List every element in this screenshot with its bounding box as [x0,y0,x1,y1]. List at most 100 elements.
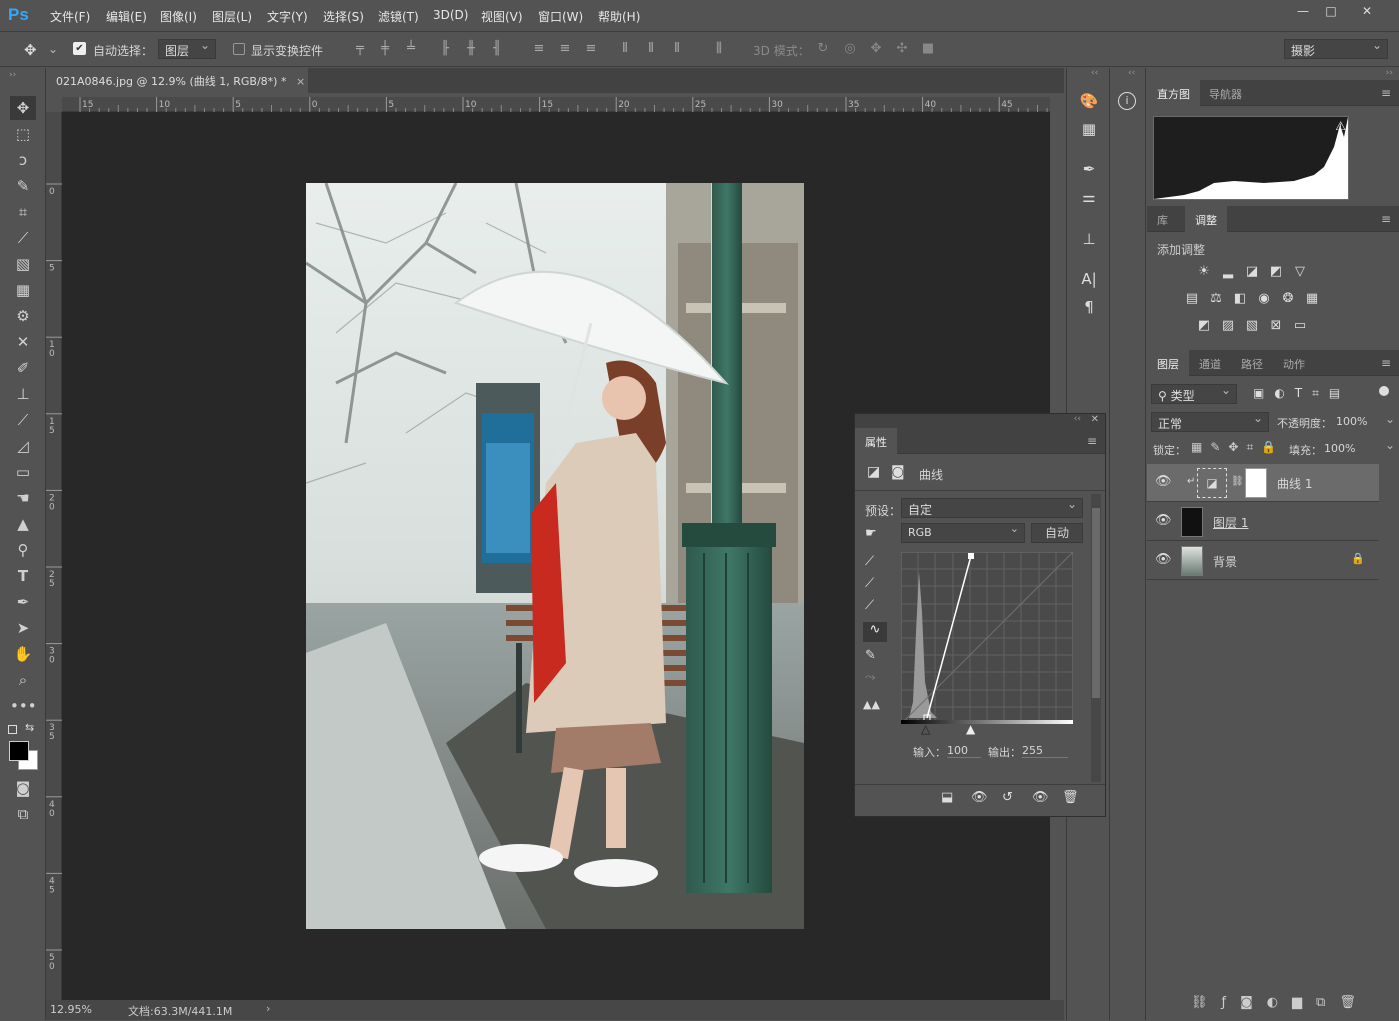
distribute-hcenter-icon[interactable]: ⫴ [643,41,659,56]
gradient-map-icon[interactable]: ▭ [1291,318,1309,334]
swatches-panel-icon[interactable]: ▦ [1077,118,1101,140]
layer-name[interactable]: 图层 1 [1213,514,1248,531]
menu-window[interactable]: 窗口(W) [538,8,583,25]
toggle-visibility-icon[interactable]: 👁 [1032,790,1049,805]
content-aware-move-icon[interactable]: ✕ [10,330,36,354]
auto-button[interactable]: 自动 [1031,523,1083,543]
fill-value[interactable]: 100% [1324,442,1355,455]
default-colors-icon[interactable] [8,725,17,734]
brush-presets-icon[interactable]: ⚌ [1077,186,1101,208]
input-value[interactable]: 100 [947,744,981,758]
visibility-eye-icon[interactable]: 👁 [1155,474,1172,489]
photo-filter-icon[interactable]: ◉ [1255,291,1273,307]
close-window-button[interactable]: ✕ [1354,4,1380,20]
color-lookup-icon[interactable]: ▦ [1303,291,1321,307]
reset-icon[interactable]: ↺ [1002,790,1013,805]
visibility-eye-icon[interactable]: 👁 [1155,552,1172,567]
delete-adjustment-icon[interactable]: 🗑 [1062,790,1079,805]
tab-paths[interactable]: 路径 [1231,350,1273,376]
eraser-tool-icon[interactable]: ◿ [10,434,36,458]
move-tool-icon[interactable]: ✥ [10,96,36,120]
layer-row-curves[interactable]: 👁 ↵ ◪ ⛓ 曲线 1 [1147,464,1379,502]
tool-preset-chevron-icon[interactable]: ⌄ [48,42,58,56]
align-right-icon[interactable]: ╢ [489,41,505,56]
paragraph-panel-icon[interactable]: ¶ [1077,296,1101,318]
curves-graph[interactable] [900,551,1074,725]
clone-stamp-tool-icon[interactable]: ⊥ [10,382,36,406]
layer-name[interactable]: 曲线 1 [1277,475,1312,492]
black-point-eyedropper-icon[interactable]: ⟋ [865,554,874,569]
tab-channels[interactable]: 通道 [1189,350,1231,376]
workspace-dropdown[interactable]: 摄影 [1284,38,1388,59]
menu-edit[interactable]: 编辑(E) [106,8,147,25]
quick-select-tool-icon[interactable]: ✎ [10,174,36,198]
3d-slide-icon[interactable]: ✣ [894,41,910,56]
align-top-icon[interactable]: ╤ [352,41,368,56]
channel-mixer-icon[interactable]: ❂ [1279,291,1297,307]
align-left-icon[interactable]: ╟ [437,41,453,56]
tab-properties[interactable]: 属性 [855,428,897,454]
marquee-tool-icon[interactable]: ⬚ [10,122,36,146]
collapse-dock-icon[interactable]: ›› [1386,68,1393,78]
color-balance-icon[interactable]: ⚖ [1207,291,1225,307]
vibrance-icon[interactable]: ▽ [1291,264,1309,280]
blend-mode-dropdown[interactable]: 正常 [1151,411,1269,432]
output-value[interactable]: 255 [1022,744,1068,758]
collapse-strip2-icon[interactable]: ‹‹ [1128,68,1135,78]
path-select-tool-icon[interactable]: ➤ [10,616,36,640]
menu-help[interactable]: 帮助(H) [598,8,640,25]
document-image[interactable] [306,183,804,929]
opacity-value[interactable]: 100% [1336,415,1367,428]
close-tab-icon[interactable]: × [296,75,305,88]
layer-row-background[interactable]: 👁 背景 🔒 [1147,542,1379,580]
visibility-eye-icon[interactable]: 👁 [1155,513,1172,528]
menu-filter[interactable]: 滤镜(T) [378,8,419,25]
auto-select-dropdown[interactable]: 图层 [158,38,216,59]
auto-select-checkbox[interactable]: ✔ [73,42,86,55]
tab-layers[interactable]: 图层 [1147,350,1189,376]
eyedropper-tool-icon[interactable]: ⟋ [10,226,36,250]
show-transform-checkbox[interactable] [233,43,245,55]
zoom-level[interactable]: 12.95% [50,1003,92,1016]
menu-layer[interactable]: 图层(L) [212,8,252,25]
healing-brush-tool-icon[interactable]: ▧ [10,252,36,276]
collapse-properties-icon[interactable]: ‹‹ [1074,414,1081,424]
threshold-icon[interactable]: ▧ [1243,318,1261,334]
3d-roll-icon[interactable]: ◎ [842,41,858,56]
patch-tool-icon[interactable]: ▦ [10,278,36,302]
align-hcenter-icon[interactable]: ╫ [463,41,479,56]
levels-icon[interactable]: ▂ [1219,264,1237,280]
link-icon[interactable]: ⛓ [1231,476,1244,487]
layers-bottom-icons[interactable]: ⛓ƒ◙◐▆⧉🗑 [1191,995,1370,1010]
auto-align-icon[interactable]: ⫼ [711,41,727,56]
histogram-menu-icon[interactable]: ≡ [1381,86,1391,100]
posterize-icon[interactable]: ▨ [1219,318,1237,334]
menu-type[interactable]: 文字(Y) [267,8,308,25]
layer-filter-dropdown[interactable]: ⚲ 类型 [1151,383,1237,404]
invert-icon[interactable]: ◩ [1195,318,1213,334]
properties-scroll-thumb[interactable] [1092,508,1100,698]
mask-icon[interactable]: ◙ [891,464,905,480]
distribute-top-icon[interactable]: ≡ [531,41,547,56]
brightness-contrast-icon[interactable]: ☀ [1195,264,1213,280]
menu-3d[interactable]: 3D(D) [433,8,468,22]
channel-dropdown[interactable]: RGB [901,522,1025,543]
lock-icons[interactable]: ▦✎✥⌗🔒 [1191,440,1284,455]
distribute-bottom-icon[interactable]: ≡ [583,41,599,56]
tab-histogram[interactable]: 直方图 [1147,80,1200,106]
opacity-chevron-icon[interactable]: ⌄ [1385,412,1395,426]
properties-header-bar[interactable]: ‹‹ ✕ [855,414,1105,428]
layer-name[interactable]: 背景 [1213,553,1237,570]
curve-pencil-icon[interactable]: ✎ [865,648,876,663]
restore-button[interactable]: □ [1318,4,1344,20]
white-point-eyedropper-icon[interactable]: ⟋ [865,598,874,613]
white-input-slider[interactable]: ▲ [966,722,975,736]
layer-row-layer1[interactable]: 👁 图层 1 [1147,503,1379,541]
layers-menu-icon[interactable]: ≡ [1381,356,1391,370]
screen-mode-icon[interactable]: ⧉ [10,802,36,826]
gray-point-eyedropper-icon[interactable]: ⟋ [865,576,874,591]
zoom-tool-icon[interactable]: ⌕ [10,668,36,692]
type-tool-icon[interactable]: T [10,564,36,588]
histogram-warning-icon[interactable]: ⚠ [1335,119,1346,133]
lasso-tool-icon[interactable]: ↄ [10,148,36,172]
